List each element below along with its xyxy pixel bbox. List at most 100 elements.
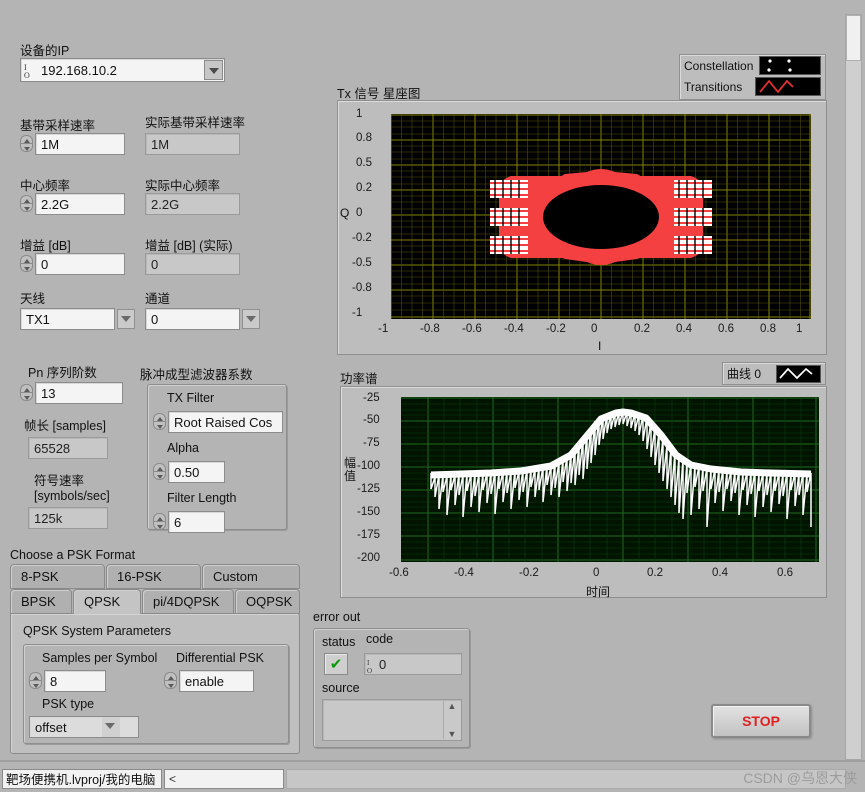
legend-label-curve0: 曲线 0 <box>727 367 762 381</box>
constellation-ylabel: Q <box>340 206 350 220</box>
filter-length-value[interactable]: 6 <box>168 511 225 533</box>
baseband-rate-control[interactable]: 1M <box>20 133 125 157</box>
psk-type-value[interactable]: offset <box>29 716 139 738</box>
const-xtick: 0.6 <box>718 323 734 335</box>
const-xtick: -0.6 <box>462 323 482 335</box>
tx-filter-control[interactable]: Root Raised Cos <box>153 411 283 435</box>
alpha-value[interactable]: 0.50 <box>168 461 225 483</box>
pulse-shaping-label: 脉冲成型滤波器系数 <box>140 368 253 382</box>
psk-type-ring[interactable]: offset <box>29 716 139 738</box>
legend-item-curve0[interactable]: 曲线 0 <box>723 363 825 384</box>
legend-item-constellation[interactable]: Constellation <box>680 55 825 76</box>
psk-format-tabs[interactable]: 8-PSK 16-PSK Custom BPSK QPSK pi/4DQPSK … <box>10 564 300 754</box>
line-swatch-icon[interactable] <box>776 364 821 383</box>
spectrum-ylabel: 幅值 <box>344 456 357 483</box>
tab-oqpsk[interactable]: OQPSK <box>235 589 300 614</box>
source-label: source <box>322 681 360 695</box>
transitions-trace <box>499 169 703 265</box>
legend-label-constellation: Constellation <box>684 58 754 73</box>
stepper-icon[interactable] <box>164 672 177 691</box>
stop-button[interactable]: STOP <box>711 704 811 738</box>
constellation-legend[interactable]: Constellation Transitions <box>679 54 826 100</box>
qpsk-parameters-title: QPSK System Parameters <box>23 624 171 638</box>
antenna-ring[interactable]: TX1 <box>20 308 135 330</box>
stepper-icon[interactable] <box>20 135 33 154</box>
dots-swatch-icon[interactable] <box>759 56 821 75</box>
chevron-down-icon[interactable]: ▼ <box>448 729 457 739</box>
gain-input[interactable]: 0 <box>35 253 125 275</box>
qpsk-tab-panel: QPSK System Parameters Samples per Symbo… <box>10 613 300 754</box>
page-scrollbar[interactable] <box>845 14 862 760</box>
baseband-rate-input[interactable]: 1M <box>35 133 125 155</box>
const-ytick: -0.5 <box>352 257 372 269</box>
tab-bpsk[interactable]: BPSK <box>10 589 72 614</box>
stepper-icon[interactable] <box>153 413 166 432</box>
source-scrollbar[interactable]: ▲ ▼ <box>443 701 460 739</box>
spectrum-legend[interactable]: 曲线 0 <box>722 362 826 385</box>
status-led[interactable]: ✔ <box>324 653 348 675</box>
stepper-icon[interactable] <box>29 672 42 691</box>
channel-value[interactable]: 0 <box>145 308 240 330</box>
psk-format-label: Choose a PSK Format <box>10 548 136 562</box>
chevron-down-icon[interactable] <box>242 309 260 329</box>
center-frequency-control[interactable]: 2.2G <box>20 193 125 217</box>
chevron-down-icon[interactable] <box>102 717 120 737</box>
constellation-plot-area[interactable] <box>391 114 811 319</box>
check-mark-icon: ✔ <box>329 656 343 673</box>
project-path-field[interactable]: 靶场便携机.lvproj/我的电脑 <box>2 769 162 789</box>
legend-item-transitions[interactable]: Transitions <box>680 76 825 97</box>
pn-order-control[interactable]: 13 <box>20 382 125 406</box>
stepper-icon[interactable] <box>153 463 166 482</box>
gain-control[interactable]: 0 <box>20 253 125 277</box>
zigzag-swatch-icon[interactable] <box>754 77 821 96</box>
stepper-icon[interactable] <box>153 513 166 532</box>
tab-qpsk[interactable]: QPSK <box>73 589 141 614</box>
stepper-icon[interactable] <box>20 384 33 403</box>
spectrum-title: 功率谱 <box>340 372 378 386</box>
antenna-value[interactable]: TX1 <box>20 308 115 330</box>
channel-ring[interactable]: 0 <box>145 308 260 330</box>
stepper-icon[interactable] <box>20 195 33 214</box>
spectrum-xlabel: 时间 <box>586 585 611 599</box>
filter-length-control[interactable]: 6 <box>153 511 228 535</box>
pn-order-input[interactable]: 13 <box>35 382 123 404</box>
tx-filter-value[interactable]: Root Raised Cos <box>168 411 283 433</box>
samples-per-symbol-value[interactable]: 8 <box>44 670 106 692</box>
scrollbar-thumb[interactable] <box>846 15 861 61</box>
chevron-up-icon[interactable]: ▲ <box>448 701 457 711</box>
const-ytick: -0.2 <box>352 232 372 244</box>
differential-psk-control[interactable]: enable <box>164 670 254 694</box>
alpha-control[interactable]: 0.50 <box>153 461 228 485</box>
device-ip-combo[interactable]: 192.168.10.2 IO <box>20 58 225 82</box>
io-glyph-icon: IO <box>367 659 373 675</box>
device-ip-input[interactable]: 192.168.10.2 <box>20 58 225 82</box>
spectrum-canvas <box>401 397 819 562</box>
actual-baseband-rate-indicator: 1M <box>145 133 240 157</box>
status-label: status <box>322 635 356 649</box>
constellation-graph[interactable]: 1 0.8 0.5 0.2 0 -0.2 -0.5 -0.8 -1 Q -1 -… <box>337 100 827 355</box>
spectrum-graph[interactable]: -25 -50 -75 -100 -125 -150 -175 -200 幅值 <box>340 386 827 599</box>
actual-gain-label: 增益 [dB] (实际) <box>145 239 233 253</box>
tab-16-psk[interactable]: 16-PSK <box>106 564 201 589</box>
source-textbox[interactable]: ▲ ▼ <box>322 699 462 741</box>
const-ytick: -1 <box>352 307 363 319</box>
samples-per-symbol-control[interactable]: 8 <box>29 670 109 694</box>
chevron-down-icon[interactable] <box>204 60 223 80</box>
device-ip-label: 设备的IP <box>20 44 70 58</box>
spectrum-plot-area[interactable] <box>401 397 819 562</box>
spec-ytick: -200 <box>357 552 381 564</box>
actual-center-frequency-indicator: 2.2G <box>145 193 240 217</box>
tab-pi4dqpsk[interactable]: pi/4DQPSK <box>142 589 234 614</box>
center-frequency-input[interactable]: 2.2G <box>35 193 125 215</box>
tab-8-psk[interactable]: 8-PSK <box>10 564 105 589</box>
antenna-label: 天线 <box>20 292 46 306</box>
center-frequency-label: 中心频率 <box>20 179 71 193</box>
tab-custom[interactable]: Custom <box>202 564 300 589</box>
stepper-icon[interactable] <box>20 255 33 274</box>
frame-length-label: 帧长 [samples] <box>24 419 106 433</box>
chevron-down-icon[interactable] <box>117 309 135 329</box>
differential-psk-value[interactable]: enable <box>179 670 254 692</box>
statusbar-overflow-field[interactable]: < <box>164 769 284 789</box>
spec-ytick: -25 <box>363 392 380 404</box>
spec-ytick: -50 <box>363 414 380 426</box>
